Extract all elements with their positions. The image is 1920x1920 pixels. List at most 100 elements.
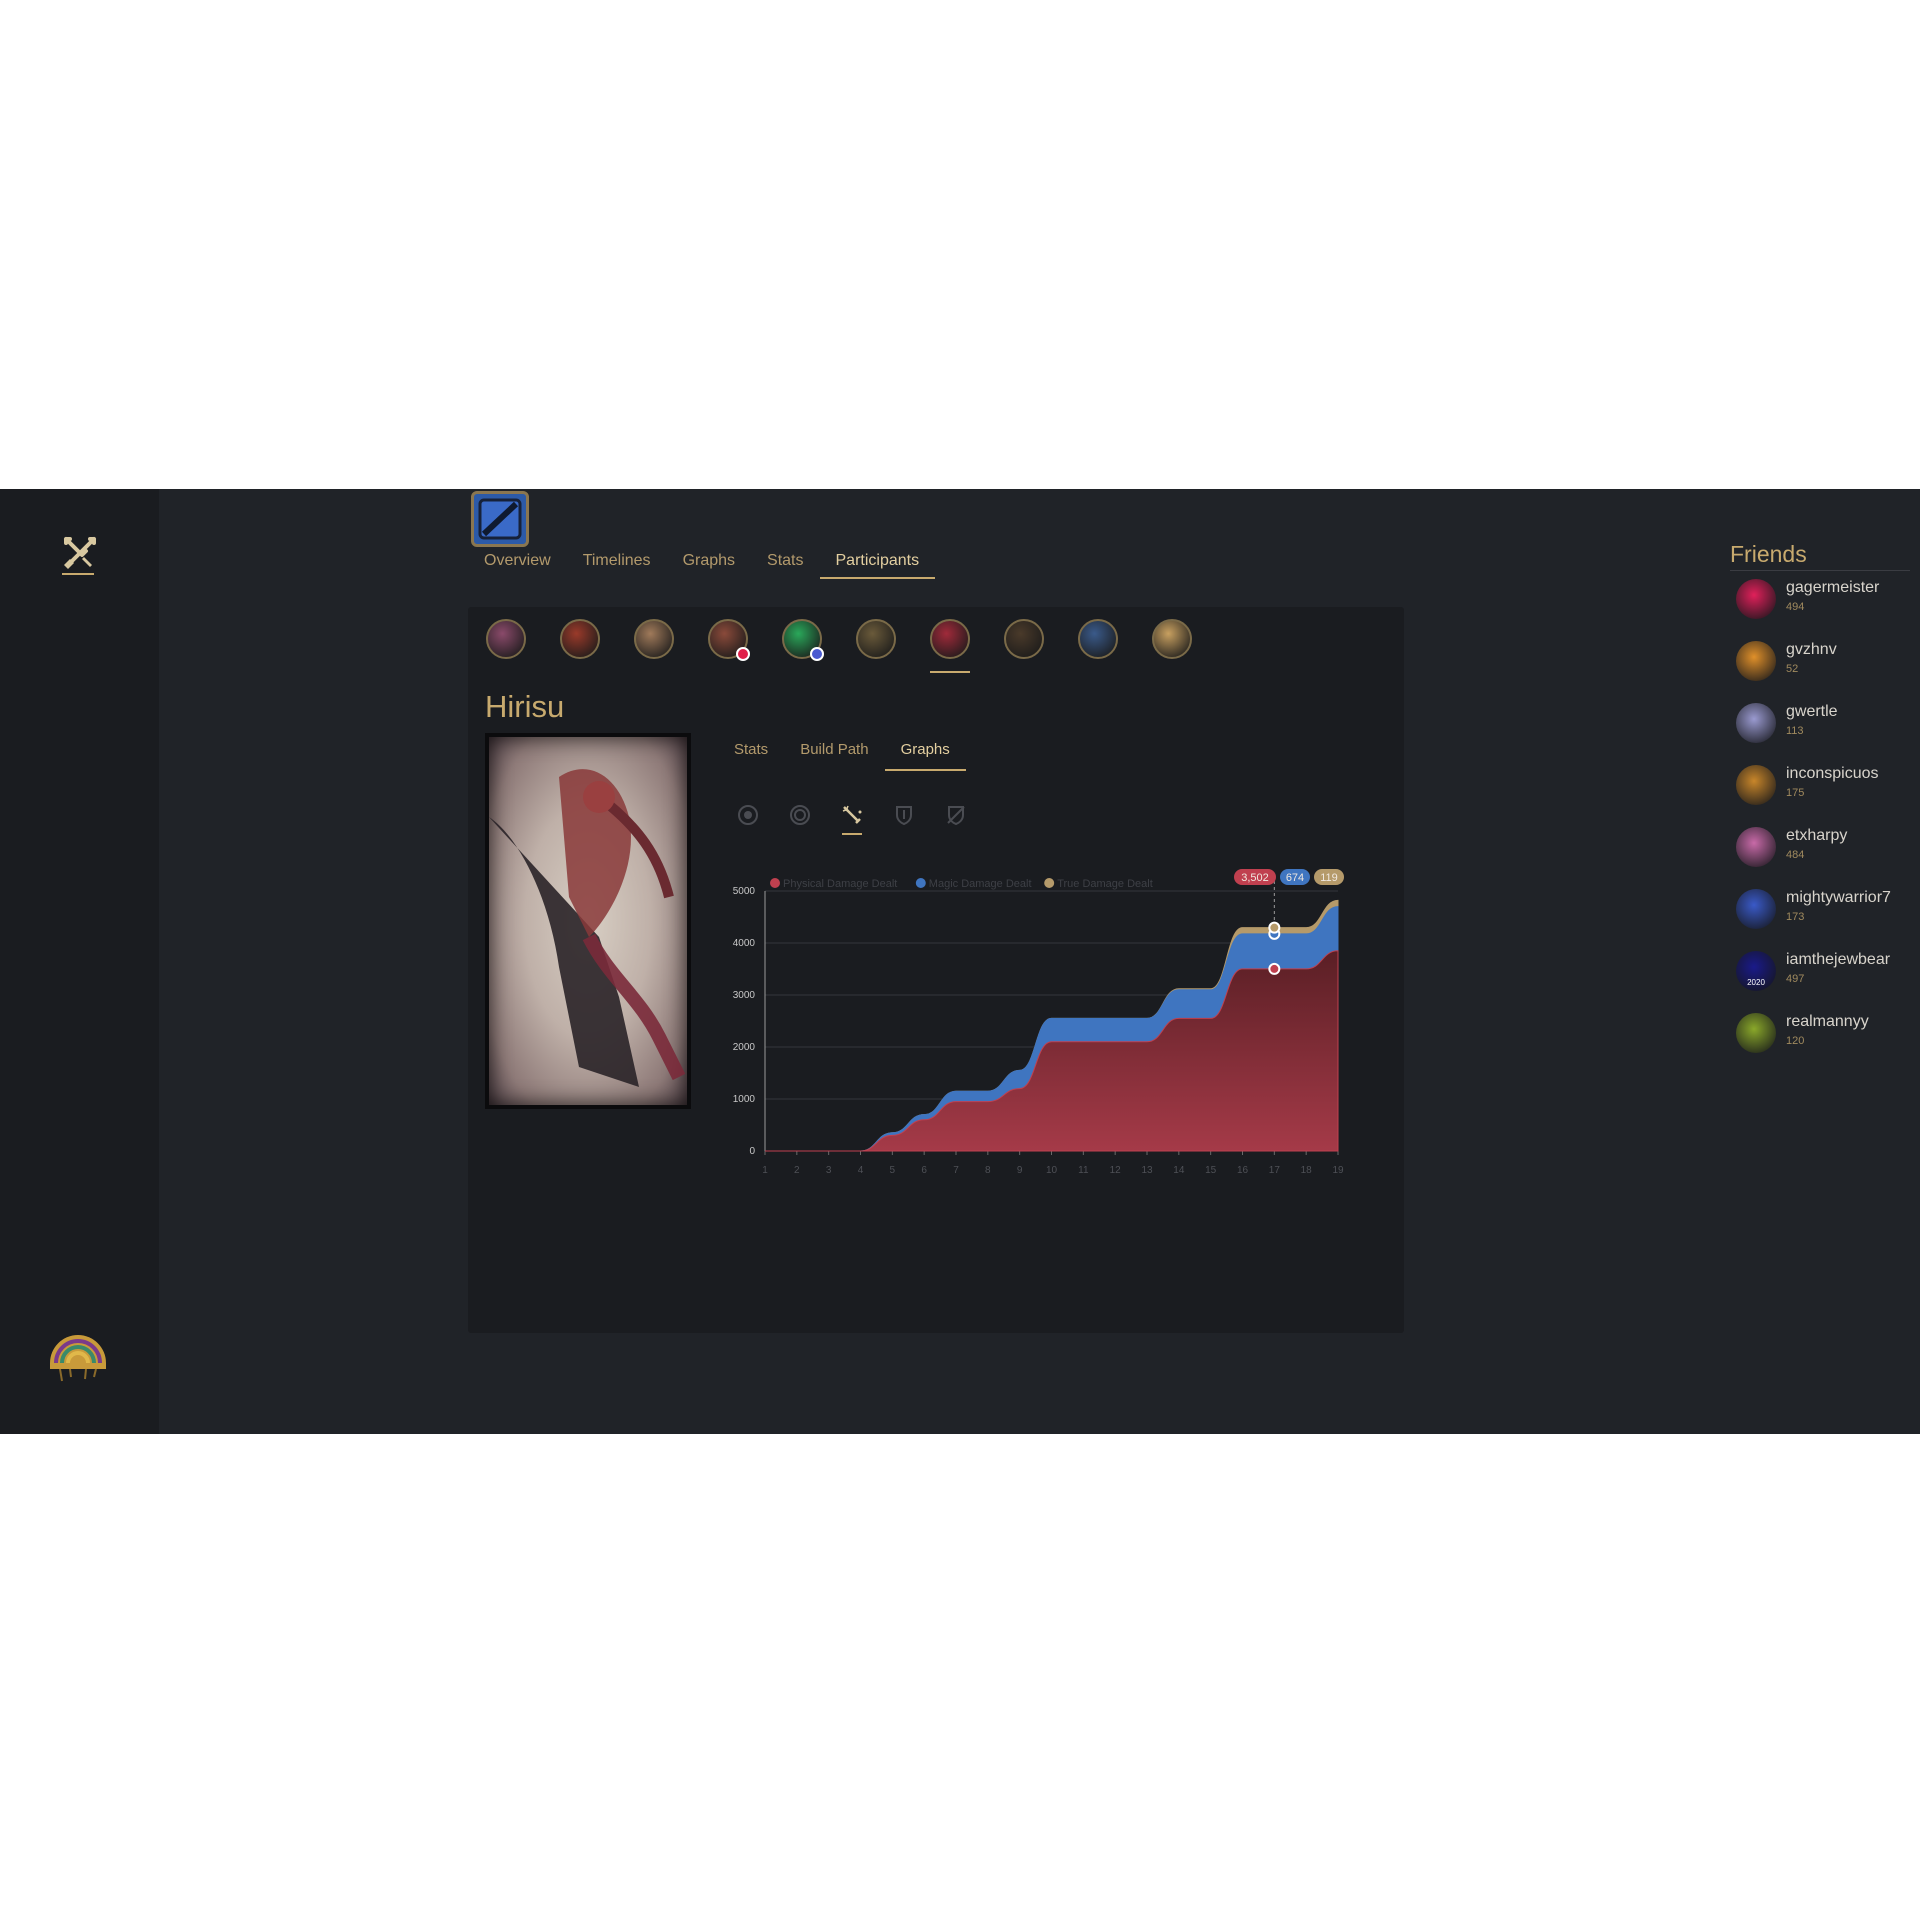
friends-panel: Friends gagermeister 494 gvzhnv 52 gwert… (1724, 489, 1920, 1434)
friend-level: 120 (1786, 1035, 1805, 1047)
friend-avatar (1736, 703, 1776, 743)
friend-avatar (1736, 827, 1776, 867)
champion-portrait-2[interactable] (560, 619, 600, 659)
x-tick-label: 1 (762, 1165, 768, 1176)
app-window: Overview Timelines Graphs Stats Particip… (0, 489, 1920, 1434)
damage-dealt-icon[interactable] (840, 803, 864, 835)
player-name: Hirisu (485, 689, 565, 724)
hover-badge-label: 674 (1286, 872, 1304, 884)
damage-chart: 0100020003000400050001 2 3 4 5 6 7 8 9 10 11 12 13 14… (733, 869, 1344, 1176)
hover-point (1268, 921, 1281, 934)
main-tab-bar: Overview Timelines Graphs Stats Particip… (468, 549, 936, 581)
tab-graphs[interactable]: Graphs (667, 549, 751, 579)
friend-name: realmannyy (1786, 1013, 1869, 1030)
nav-active-indicator (62, 573, 94, 575)
hover-badge-label: 119 (1320, 872, 1338, 884)
friend-avatar (1736, 1013, 1776, 1053)
friend-item[interactable]: gvzhnv 52 (1736, 641, 1920, 703)
friend-name: gagermeister (1786, 579, 1880, 596)
x-tick-label: 2 (794, 1165, 800, 1176)
x-tick-label: 7 (953, 1165, 959, 1176)
x-tick-label: 17 (1269, 1165, 1281, 1176)
tab-participants[interactable]: Participants (819, 549, 936, 579)
friend-avatar: 2020 (1736, 951, 1776, 991)
subtab-build-path[interactable]: Build Path (784, 739, 884, 771)
friend-item[interactable]: mightywarrior7 173 (1736, 889, 1920, 951)
x-tick-label: 9 (1017, 1165, 1023, 1176)
champion-portrait-9[interactable] (1078, 619, 1118, 659)
friends-title: Friends (1730, 541, 1807, 567)
friend-level: 173 (1786, 911, 1805, 923)
legend-label: True Damage Dealt (1057, 878, 1153, 890)
friend-item[interactable]: etxharpy 484 (1736, 827, 1920, 889)
y-tick-label: 0 (749, 1146, 755, 1157)
x-tick-label: 12 (1110, 1165, 1122, 1176)
graph-type-selector (736, 803, 996, 835)
x-tick-label: 3 (826, 1165, 832, 1176)
ranked-emblem-icon[interactable] (46, 1325, 110, 1385)
left-sidebar (0, 489, 159, 1434)
tab-timelines[interactable]: Timelines (567, 549, 667, 579)
subtab-stats[interactable]: Stats (718, 739, 784, 771)
friends-divider (1730, 570, 1910, 571)
x-tick-label: 16 (1237, 1165, 1249, 1176)
x-tick-label: 4 (858, 1165, 864, 1176)
friend-item[interactable]: realmannyy 120 (1736, 1013, 1920, 1075)
friend-level: 52 (1786, 663, 1799, 675)
friend-item[interactable]: 2020 iamthejewbear 497 (1736, 951, 1920, 1013)
champion-portrait-3[interactable] (634, 619, 674, 659)
champion-portrait-10[interactable] (1152, 619, 1192, 659)
y-tick-label: 1000 (733, 1094, 756, 1105)
friend-avatar (1736, 889, 1776, 929)
friend-item[interactable]: gwertle 113 (1736, 703, 1920, 765)
x-tick-label: 6 (921, 1165, 927, 1176)
crossed-swords-icon[interactable] (60, 533, 100, 573)
hover-badge-label: 3,502 (1241, 872, 1269, 884)
gold-icon[interactable] (736, 803, 760, 827)
champion-portrait-4[interactable] (708, 619, 750, 661)
y-tick-label: 2000 (733, 1042, 756, 1053)
mitigated-icon[interactable] (944, 803, 968, 827)
friend-name: inconspicuos (1786, 765, 1879, 782)
champion-splash (485, 733, 691, 1109)
hover-point (1268, 962, 1281, 975)
subtab-graphs[interactable]: Graphs (884, 739, 966, 771)
experience-icon[interactable] (788, 803, 812, 827)
x-tick-label: 5 (890, 1165, 896, 1176)
legend-marker (915, 878, 926, 888)
profile-icon[interactable] (471, 491, 529, 547)
tab-overview[interactable]: Overview (468, 549, 567, 579)
y-tick-label: 3000 (733, 990, 756, 1001)
friend-level: 497 (1786, 973, 1805, 985)
summoner-badge-icon (736, 647, 750, 661)
friend-avatar (1736, 765, 1776, 805)
friends-list: gagermeister 494 gvzhnv 52 gwertle 113 i… (1736, 579, 1920, 1075)
damage-taken-icon[interactable] (892, 803, 916, 827)
friend-name: gvzhnv (1786, 641, 1837, 658)
x-tick-label: 10 (1046, 1165, 1058, 1176)
champion-portrait-1[interactable] (486, 619, 526, 659)
friend-name: iamthejewbear (1786, 951, 1891, 968)
legend-label: Magic Damage Dealt (929, 878, 1032, 890)
champion-portrait-8[interactable] (1004, 619, 1044, 659)
friend-level: 113 (1786, 725, 1804, 737)
legend-label: Physical Damage Dealt (783, 878, 897, 890)
friend-name: etxharpy (1786, 827, 1848, 844)
friend-name: mightywarrior7 (1786, 889, 1891, 906)
x-tick-label: 18 (1301, 1165, 1313, 1176)
tab-stats[interactable]: Stats (751, 549, 819, 579)
champion-portrait-7[interactable] (930, 619, 970, 673)
x-tick-label: 15 (1205, 1165, 1217, 1176)
summoner-badge-icon (810, 647, 824, 661)
x-tick-label: 14 (1173, 1165, 1185, 1176)
friend-avatar (1736, 641, 1776, 681)
y-tick-label: 4000 (733, 938, 756, 949)
friend-item[interactable]: gagermeister 494 (1736, 579, 1920, 641)
champion-portrait-5[interactable] (782, 619, 824, 661)
champion-portrait-6[interactable] (856, 619, 896, 659)
friend-item[interactable]: inconspicuos 175 (1736, 765, 1920, 827)
legend-marker (770, 878, 780, 888)
area-physical-damage-dealt (765, 950, 1339, 1152)
friend-level: 484 (1786, 849, 1805, 861)
friend-name: gwertle (1786, 703, 1838, 720)
